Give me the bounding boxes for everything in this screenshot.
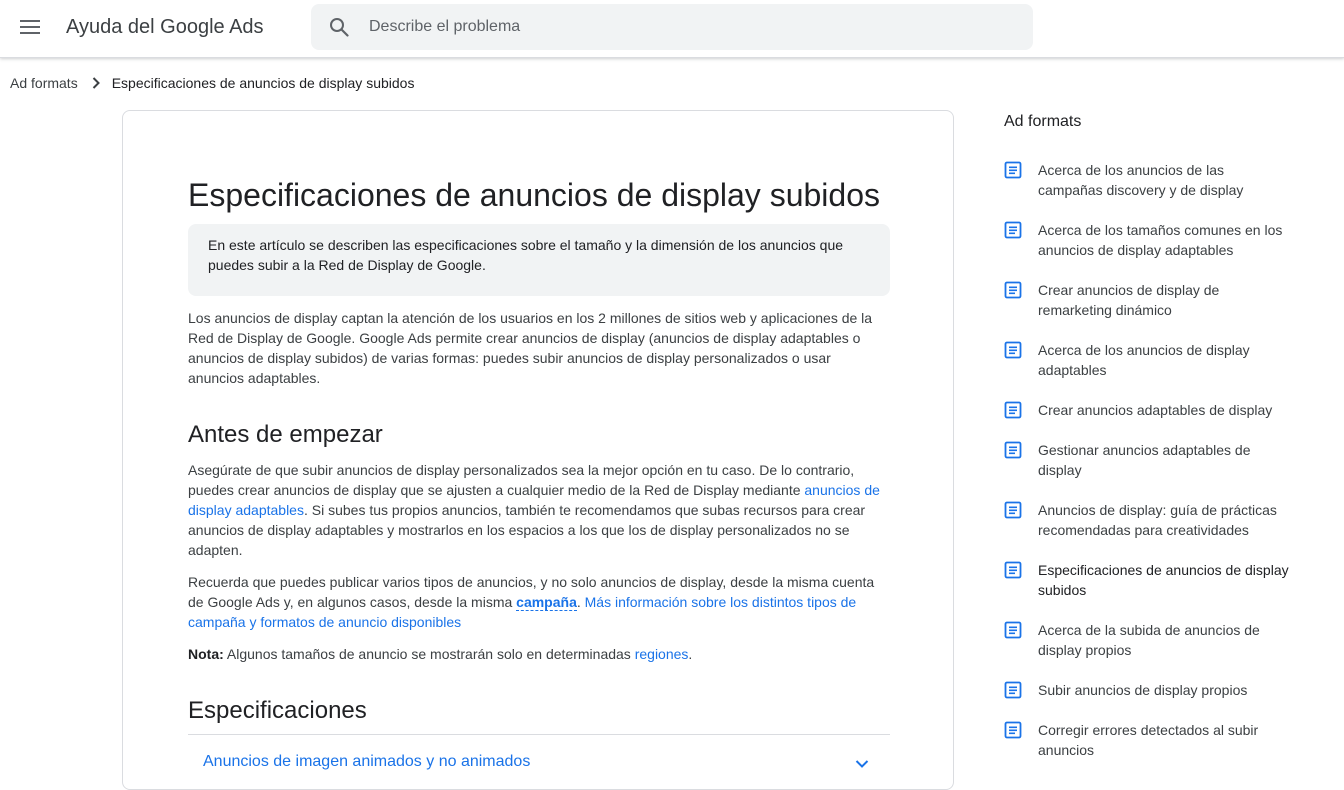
- sidebar-item-label[interactable]: Acerca de los anuncios de las campañas d…: [1038, 160, 1292, 200]
- search-bar[interactable]: [311, 4, 1033, 50]
- regions-link[interactable]: regiones: [635, 646, 689, 662]
- sidebar-item-label[interactable]: Especificaciones de anuncios de display …: [1038, 560, 1292, 600]
- article-icon: [1004, 721, 1022, 739]
- article-icon: [1004, 501, 1022, 519]
- sidebar-item-label[interactable]: Crear anuncios de display de remarketing…: [1038, 280, 1292, 320]
- note-paragraph: Nota: Algunos tamaños de anuncio se most…: [188, 644, 890, 664]
- sidebar-item-label[interactable]: Gestionar anuncios adaptables de display: [1038, 440, 1292, 480]
- article-icon: [1004, 281, 1022, 299]
- section-heading-especificaciones: Especificaciones: [188, 697, 367, 724]
- breadcrumb-current: Especificaciones de anuncios de display …: [111, 75, 415, 91]
- divider: [188, 734, 890, 735]
- paragraph-antes-de-empezar: Asegúrate de que subir anuncios de displ…: [188, 460, 890, 560]
- sidebar-item-label[interactable]: Acerca de los tamaños comunes en los anu…: [1038, 220, 1292, 260]
- menu-icon: [20, 20, 40, 34]
- sidebar-item-label[interactable]: Acerca de los anuncios de display adapta…: [1038, 340, 1292, 380]
- article-card: Especificaciones de anuncios de display …: [122, 110, 954, 790]
- top-app-bar: Ayuda del Google Ads: [0, 0, 1344, 58]
- article-icon: [1004, 161, 1022, 179]
- intro-paragraph: Los anuncios de display captan la atenci…: [188, 310, 873, 386]
- sidebar-item-label[interactable]: Anuncios de display: guía de prácticas r…: [1038, 500, 1292, 540]
- paragraph-text: .: [576, 594, 585, 610]
- paragraph-campaign-types: Recuerda que puedes publicar varios tipo…: [188, 572, 890, 632]
- breadcrumb-link-ad-formats[interactable]: Ad formats: [10, 75, 78, 91]
- article-icon: [1004, 621, 1022, 639]
- page-title: Especificaciones de anuncios de display …: [188, 177, 880, 213]
- note-end: .: [688, 646, 693, 662]
- sidebar-item-label[interactable]: Corregir errores detectados al subir anu…: [1038, 720, 1292, 760]
- article-icon: [1004, 341, 1022, 359]
- breadcrumb: Ad formats Especificaciones de anuncios …: [10, 73, 414, 93]
- search-icon[interactable]: [329, 17, 349, 37]
- paragraph-text: Asegúrate de que subir anuncios de displ…: [188, 462, 855, 498]
- app-title[interactable]: Ayuda del Google Ads: [66, 15, 264, 39]
- article-icon: [1004, 401, 1022, 419]
- article-icon: [1004, 221, 1022, 239]
- chevron-down-icon[interactable]: [854, 756, 870, 772]
- article-icon: [1004, 561, 1022, 579]
- accordion-title[interactable]: Anuncios de imagen animados y no animado…: [203, 752, 530, 772]
- article-icon: [1004, 441, 1022, 459]
- chevron-right-icon: [92, 77, 100, 89]
- sidebar-item-label[interactable]: Acerca de la subida de anuncios de displ…: [1038, 620, 1292, 660]
- article-summary: En este artículo se describen las especi…: [188, 224, 890, 296]
- accordion-animated-image-ads[interactable]: Anuncios de imagen animados y no animado…: [188, 744, 890, 780]
- note-text: Algunos tamaños de anuncio se mostrarán …: [223, 646, 635, 662]
- search-input[interactable]: [367, 4, 1007, 50]
- sidebar-item-label[interactable]: Crear anuncios adaptables de display: [1038, 400, 1292, 420]
- sidebar-title: Ad formats: [1004, 113, 1082, 130]
- main-menu-button[interactable]: [14, 11, 46, 43]
- section-heading-antes-de-empezar: Antes de empezar: [188, 421, 383, 448]
- glossary-term-campana[interactable]: campaña: [516, 594, 577, 611]
- note-label: Nota:: [188, 646, 224, 662]
- article-icon: [1004, 681, 1022, 699]
- sidebar-item-label[interactable]: Subir anuncios de display propios: [1038, 680, 1292, 700]
